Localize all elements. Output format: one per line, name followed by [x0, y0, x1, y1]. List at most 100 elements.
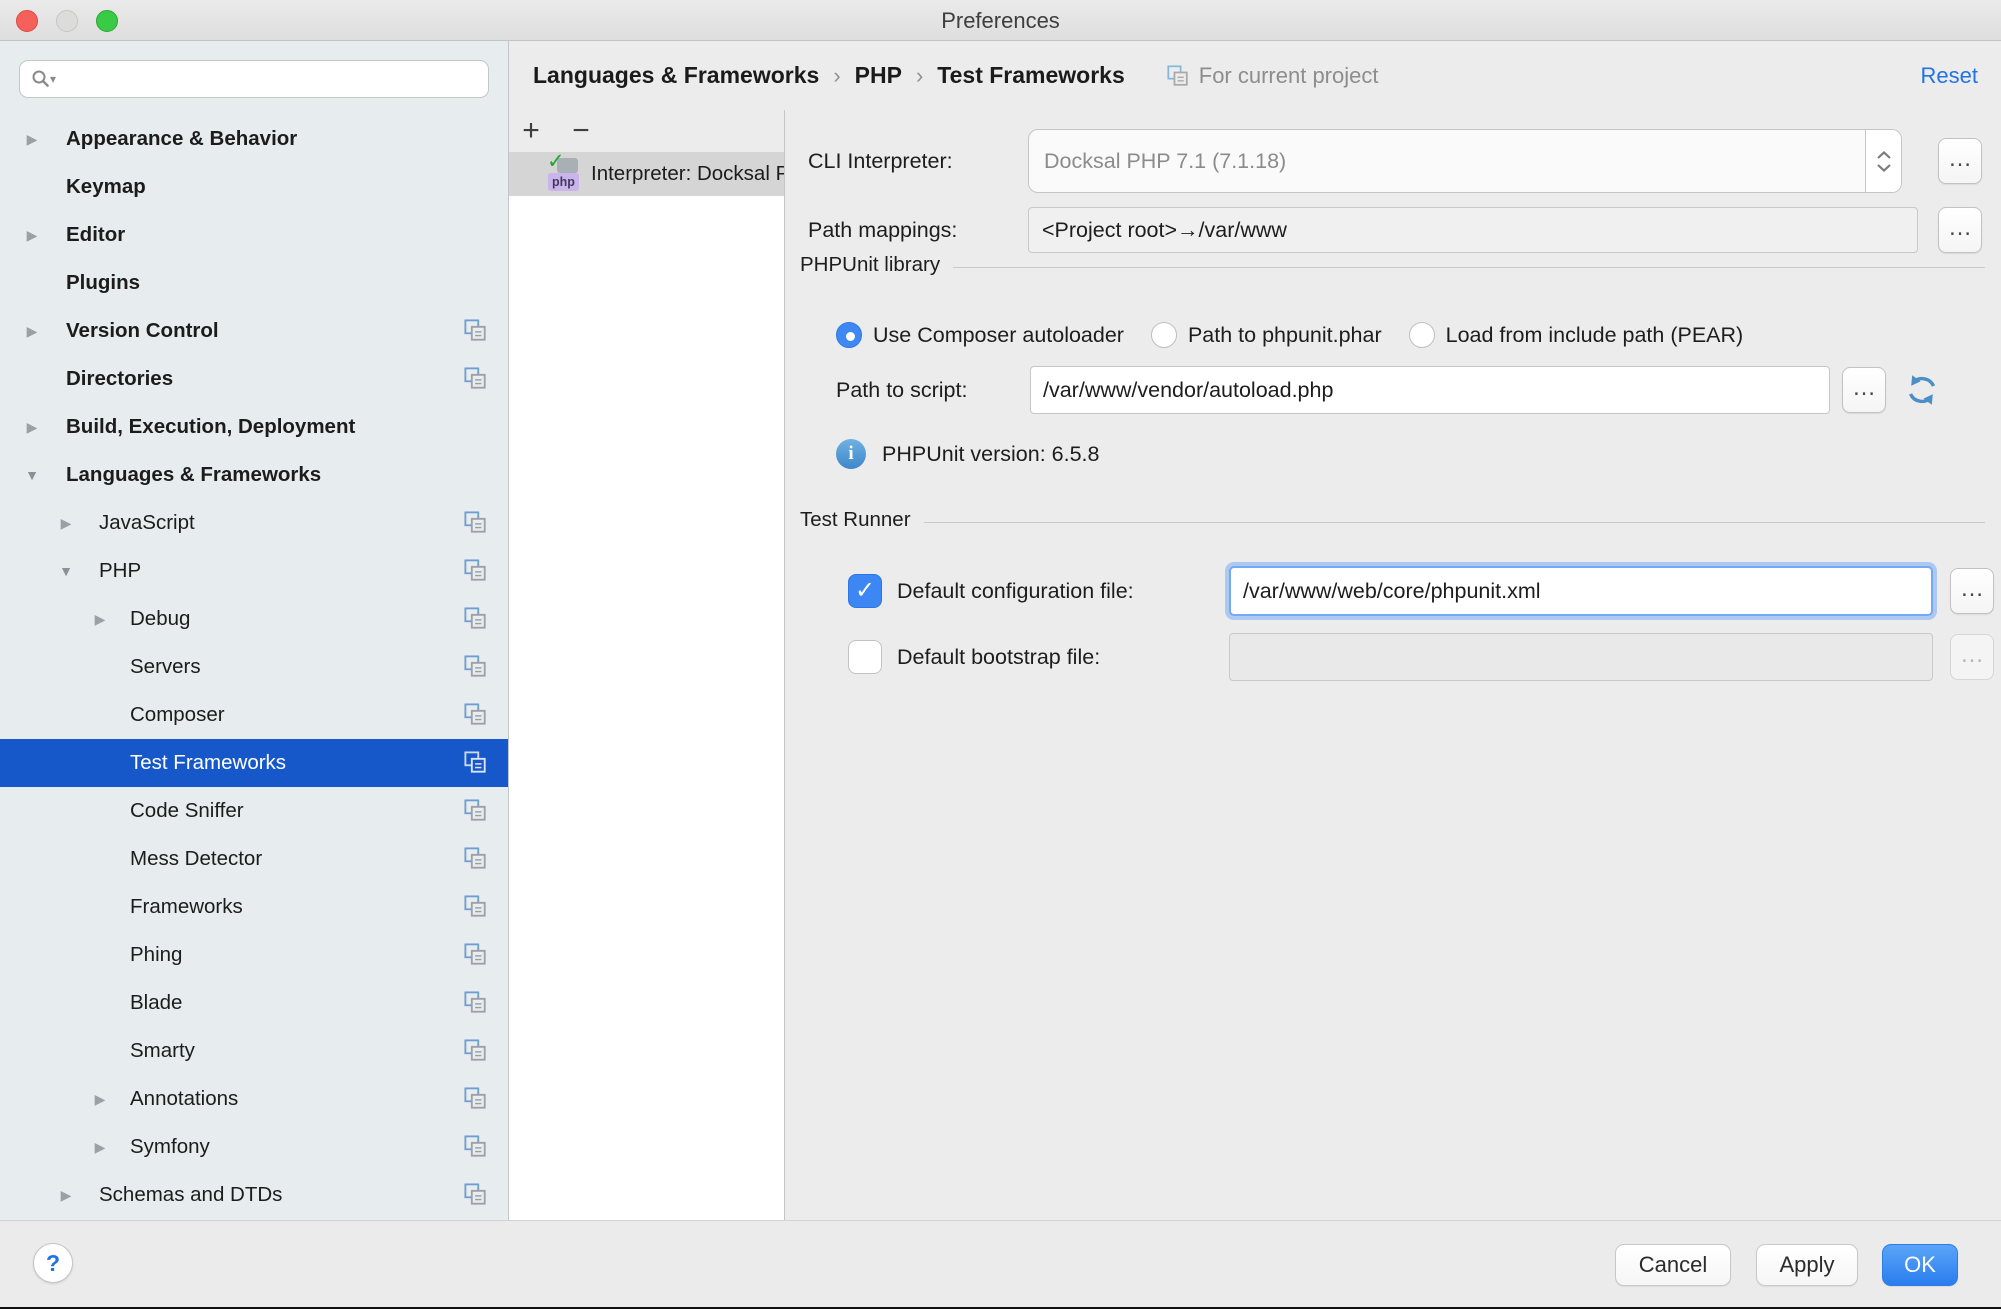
radio-label-phar[interactable]: Path to phpunit.phar: [1188, 323, 1382, 348]
tree-arrow-icon[interactable]: [90, 835, 110, 883]
chevron-up-icon: [1876, 151, 1892, 160]
default-configuration-file-label[interactable]: Default configuration file:: [897, 579, 1229, 604]
tree-arrow-icon[interactable]: ▶: [90, 1123, 110, 1171]
ok-button[interactable]: OK: [1882, 1244, 1958, 1286]
tree-arrow-icon[interactable]: [22, 355, 42, 403]
per-project-settings-icon: [464, 1039, 487, 1062]
sidebar-item-php[interactable]: ▼ PHP: [0, 547, 508, 595]
sidebar-item-appearance-behavior[interactable]: ▶ Appearance & Behavior: [0, 115, 508, 163]
tree-arrow-icon[interactable]: ▼: [56, 547, 76, 595]
radio-use-composer-autoloader[interactable]: [836, 322, 862, 348]
radio-label-pear[interactable]: Load from include path (PEAR): [1446, 323, 1744, 348]
per-project-settings-icon: [464, 703, 487, 726]
default-configuration-file-input[interactable]: [1229, 566, 1933, 616]
default-bootstrap-file-label[interactable]: Default bootstrap file:: [897, 645, 1229, 670]
sidebar-item-code-sniffer[interactable]: Code Sniffer: [0, 787, 508, 835]
sidebar-item-languages-frameworks[interactable]: ▼ Languages & Frameworks: [0, 451, 508, 499]
help-button[interactable]: ?: [33, 1243, 73, 1283]
tree-arrow-icon[interactable]: ▶: [56, 1171, 76, 1219]
sidebar-item-javascript[interactable]: ▶ JavaScript: [0, 499, 508, 547]
path-mappings-browse-button[interactable]: …: [1938, 207, 1982, 253]
tree-arrow-icon[interactable]: ▶: [22, 211, 42, 259]
sidebar-item-annotations[interactable]: ▶ Annotations: [0, 1075, 508, 1123]
tree-arrow-icon[interactable]: [90, 739, 110, 787]
tree-arrow-icon[interactable]: [90, 931, 110, 979]
breadcrumb-php[interactable]: PHP: [855, 62, 902, 89]
test-runner-section-title: Test Runner: [800, 508, 911, 532]
sidebar-item-version-control[interactable]: ▶ Version Control: [0, 307, 508, 355]
tree-arrow-icon[interactable]: ▶: [56, 499, 76, 547]
sidebar-item-test-frameworks[interactable]: Test Frameworks: [0, 739, 508, 787]
cli-interpreter-stepper[interactable]: [1865, 130, 1901, 192]
sidebar-item-keymap[interactable]: Keymap: [0, 163, 508, 211]
php-interpreter-icon: ✓ php: [548, 155, 584, 193]
default-configuration-file-checkbox[interactable]: ✓: [848, 574, 882, 608]
path-to-script-input[interactable]: [1030, 366, 1830, 414]
refresh-icon[interactable]: [1904, 372, 1940, 408]
search-input[interactable]: [62, 68, 478, 90]
tree-arrow-icon[interactable]: ▶: [22, 115, 42, 163]
phpunit-version-text: PHPUnit version: 6.5.8: [882, 442, 1100, 467]
settings-tree: ▶ Appearance & Behavior Keymap ▶ Editor …: [0, 115, 508, 1219]
sidebar-item-debug[interactable]: ▶ Debug: [0, 595, 508, 643]
chevron-down-icon: [1876, 163, 1892, 172]
tree-arrow-icon[interactable]: [22, 163, 42, 211]
settings-search-box[interactable]: ▾: [19, 60, 489, 98]
tree-arrow-icon[interactable]: ▼: [22, 451, 42, 499]
per-project-settings-icon: [464, 559, 487, 582]
path-mappings-value[interactable]: <Project root>→/var/www: [1028, 207, 1918, 253]
sidebar-item-editor[interactable]: ▶ Editor: [0, 211, 508, 259]
sidebar-item-phing[interactable]: Phing: [0, 931, 508, 979]
sidebar-item-frameworks[interactable]: Frameworks: [0, 883, 508, 931]
add-interpreter-button[interactable]: +: [509, 112, 553, 150]
tree-arrow-icon[interactable]: ▶: [90, 1075, 110, 1123]
tree-arrow-icon[interactable]: ▶: [22, 307, 42, 355]
sidebar-item-blade[interactable]: Blade: [0, 979, 508, 1027]
checkmark-overlay-icon: ✓: [547, 152, 565, 174]
sidebar-item-smarty[interactable]: Smarty: [0, 1027, 508, 1075]
tree-arrow-icon[interactable]: ▶: [22, 403, 42, 451]
cancel-button[interactable]: Cancel: [1615, 1244, 1731, 1286]
search-options-caret-icon[interactable]: ▾: [50, 72, 56, 86]
interpreter-list-item-selected[interactable]: ✓ php Interpreter: Docksal PHP 7.1 (7.1.…: [509, 152, 784, 196]
tree-arrow-icon[interactable]: ▶: [90, 595, 110, 643]
radio-load-from-include-path[interactable]: [1409, 322, 1435, 348]
per-project-settings-icon: [464, 799, 487, 822]
breadcrumb-test-frameworks: Test Frameworks: [937, 62, 1124, 89]
reset-link[interactable]: Reset: [1921, 63, 1978, 89]
remove-interpreter-button[interactable]: −: [559, 112, 603, 150]
path-to-script-browse-button[interactable]: …: [1842, 367, 1886, 413]
cli-interpreter-select[interactable]: Docksal PHP 7.1 (7.1.18): [1028, 129, 1902, 193]
sidebar-item-symfony[interactable]: ▶ Symfony: [0, 1123, 508, 1171]
sidebar-item-mess-detector[interactable]: Mess Detector: [0, 835, 508, 883]
radio-label-composer[interactable]: Use Composer autoloader: [873, 323, 1124, 348]
tree-arrow-icon[interactable]: [90, 787, 110, 835]
sidebar-item-composer[interactable]: Composer: [0, 691, 508, 739]
sidebar-item-servers[interactable]: Servers: [0, 643, 508, 691]
tree-arrow-icon[interactable]: [90, 643, 110, 691]
interpreter-list-panel: + − ✓ php Interpreter: Docksal PHP 7.1 (…: [509, 110, 785, 1220]
apply-button[interactable]: Apply: [1756, 1244, 1858, 1286]
default-configuration-file-browse-button[interactable]: …: [1950, 568, 1994, 614]
cli-interpreter-browse-button[interactable]: …: [1938, 138, 1982, 184]
tree-arrow-icon[interactable]: [90, 979, 110, 1027]
window-title: Preferences: [0, 0, 2001, 41]
tree-arrow-icon[interactable]: [90, 883, 110, 931]
per-project-settings-icon: [464, 1183, 487, 1206]
interpreter-list: ✓ php Interpreter: Docksal PHP 7.1 (7.1.…: [509, 152, 784, 1220]
settings-header: Languages & Frameworks › PHP › Test Fram…: [509, 41, 2001, 110]
checkmark-icon: ✓: [849, 575, 881, 607]
sidebar-item-build-execution-deployment[interactable]: ▶ Build, Execution, Deployment: [0, 403, 508, 451]
sidebar-item-plugins[interactable]: Plugins: [0, 259, 508, 307]
interpreter-item-label: Interpreter: Docksal PHP 7.1 (7.1.18): [591, 162, 784, 186]
radio-path-to-phpunit-phar[interactable]: [1151, 322, 1177, 348]
default-bootstrap-file-input: [1229, 633, 1933, 681]
cli-interpreter-label: CLI Interpreter:: [808, 149, 1028, 174]
sidebar-item-schemas-and-dtds[interactable]: ▶ Schemas and DTDs: [0, 1171, 508, 1219]
sidebar-item-directories[interactable]: Directories: [0, 355, 508, 403]
tree-arrow-icon[interactable]: [90, 691, 110, 739]
tree-arrow-icon[interactable]: [22, 259, 42, 307]
tree-arrow-icon[interactable]: [90, 1027, 110, 1075]
default-bootstrap-file-checkbox[interactable]: [848, 640, 882, 674]
breadcrumb-languages-frameworks[interactable]: Languages & Frameworks: [533, 62, 819, 89]
